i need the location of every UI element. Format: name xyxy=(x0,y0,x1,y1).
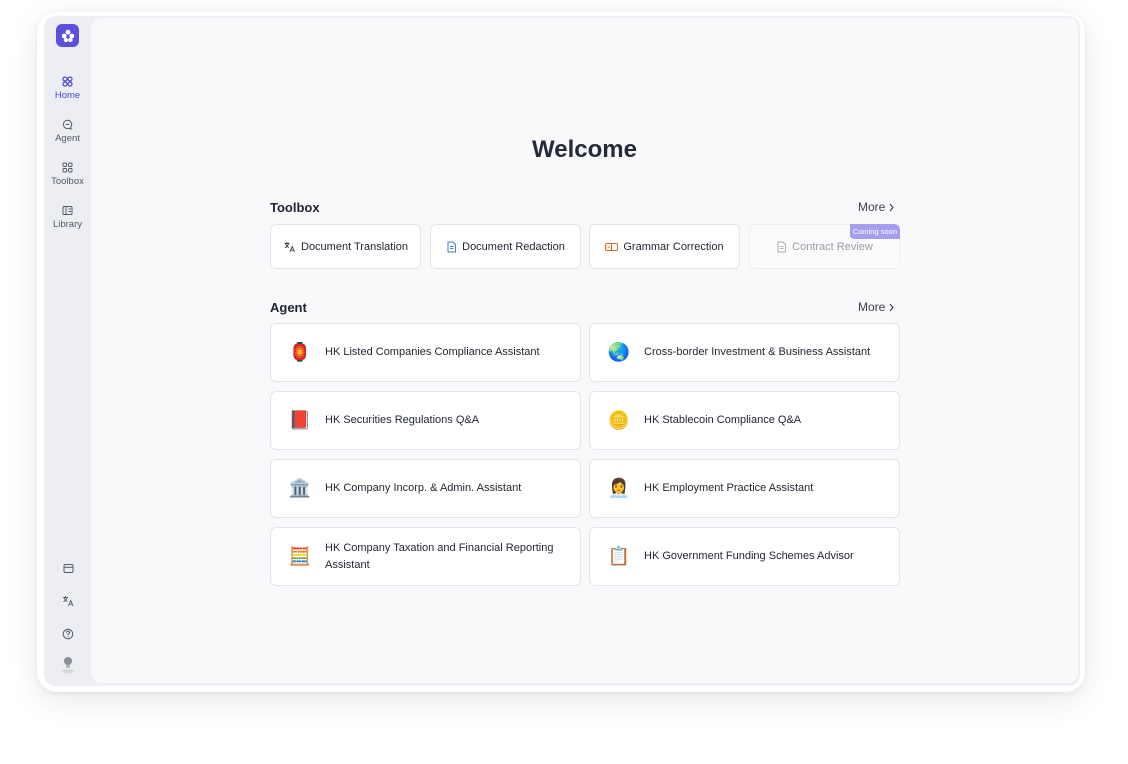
toolbox-icon xyxy=(62,162,73,173)
agent-card-securities[interactable]: 📕 HK Securities Regulations Q&A xyxy=(270,391,581,450)
agent-more-link[interactable]: More xyxy=(858,300,895,314)
translate-icon xyxy=(284,241,295,252)
tool-label: Document Translation xyxy=(301,240,408,253)
grammar-icon xyxy=(605,242,619,251)
page-title: Welcome xyxy=(532,136,637,163)
toolbox-more-link[interactable]: More xyxy=(858,200,895,214)
help-icon[interactable] xyxy=(61,627,75,641)
calculator-icon: 🧮 xyxy=(288,546,312,566)
translate-icon[interactable] xyxy=(61,594,75,608)
user-avatar[interactable] xyxy=(60,656,76,674)
tool-document-redaction[interactable]: Document Redaction xyxy=(430,224,581,269)
agent-section-title: Agent xyxy=(270,300,307,315)
document-icon xyxy=(447,241,457,252)
tool-label: Grammar Correction xyxy=(623,240,724,253)
sidebar-item-label: Toolbox xyxy=(51,176,84,187)
government-building-icon: 🏛️ xyxy=(288,478,312,498)
tool-label: Contract Review xyxy=(792,240,873,253)
chat-bubble-icon xyxy=(62,119,73,130)
coin-bank-icon: 🪙 xyxy=(607,410,631,430)
agent-label: HK Stablecoin Compliance Q&A xyxy=(644,414,802,426)
chevron-right-icon xyxy=(889,303,895,311)
tool-grammar-correction[interactable]: Grammar Correction xyxy=(589,224,740,269)
tool-label: Document Redaction xyxy=(462,240,565,253)
app-logo-icon[interactable] xyxy=(56,24,79,47)
toolbox-section-title: Toolbox xyxy=(270,200,320,215)
sidebar: Home Agent Toolbox Library xyxy=(44,16,91,686)
more-label: More xyxy=(858,200,886,214)
agent-card-stablecoin[interactable]: 🪙 HK Stablecoin Compliance Q&A xyxy=(589,391,900,450)
agent-label: HK Securities Regulations Q&A xyxy=(325,414,480,426)
agent-card-cross-border[interactable]: 🌏 Cross-border Investment & Business Ass… xyxy=(589,323,900,382)
sidebar-item-label: Home xyxy=(54,90,81,101)
agent-label: HK Company Incorp. & Admin. Assistant xyxy=(325,482,522,494)
contract-icon xyxy=(777,241,787,252)
sidebar-item-label: Agent xyxy=(55,133,80,144)
agent-card-listed-companies[interactable]: 🏮 HK Listed Companies Compliance Assista… xyxy=(270,323,581,382)
agent-label: Cross-border Investment & Business Assis… xyxy=(644,346,871,358)
tool-document-translation[interactable]: Document Translation xyxy=(270,224,421,269)
agent-card-incorporation[interactable]: 🏛️ HK Company Incorp. & Admin. Assistant xyxy=(270,459,581,518)
law-book-icon: 📕 xyxy=(288,410,312,430)
flag-lantern-icon: 🏮 xyxy=(288,342,312,362)
agent-card-employment[interactable]: 👩‍💼 HK Employment Practice Assistant xyxy=(589,459,900,518)
sidebar-item-home[interactable]: Home xyxy=(44,76,91,101)
chevron-right-icon xyxy=(889,203,895,211)
sidebar-item-library[interactable]: Library xyxy=(44,205,91,230)
office-worker-icon: 👩‍💼 xyxy=(607,478,631,498)
home-grid-icon xyxy=(62,76,73,87)
sidebar-item-label: Library xyxy=(52,219,83,230)
app-window: Home Agent Toolbox Library Welcome Toolb… xyxy=(44,16,1080,686)
agent-label: HK Government Funding Schemes Advisor xyxy=(644,550,854,562)
agent-label: HK Listed Companies Compliance Assistant xyxy=(325,346,540,358)
agent-label: HK Employment Practice Assistant xyxy=(644,482,814,494)
panel-icon[interactable] xyxy=(61,561,75,575)
tool-contract-review: Contract Review Coming soon xyxy=(749,224,900,269)
sidebar-item-toolbox[interactable]: Toolbox xyxy=(44,162,91,187)
clipboard-icon: 📋 xyxy=(607,546,631,566)
agent-card-taxation[interactable]: 🧮 HK Company Taxation and Financial Repo… xyxy=(270,527,581,586)
coming-soon-badge: Coming soon xyxy=(849,224,900,239)
agent-card-funding[interactable]: 📋 HK Government Funding Schemes Advisor xyxy=(589,527,900,586)
agent-label: HK Company Taxation and Financial Report… xyxy=(325,541,554,571)
globe-icon: 🌏 xyxy=(607,342,631,362)
sidebar-item-agent[interactable]: Agent xyxy=(44,119,91,144)
library-icon xyxy=(62,206,73,215)
main-content: Welcome Toolbox More Document Translatio… xyxy=(91,18,1078,683)
more-label: More xyxy=(858,300,886,314)
